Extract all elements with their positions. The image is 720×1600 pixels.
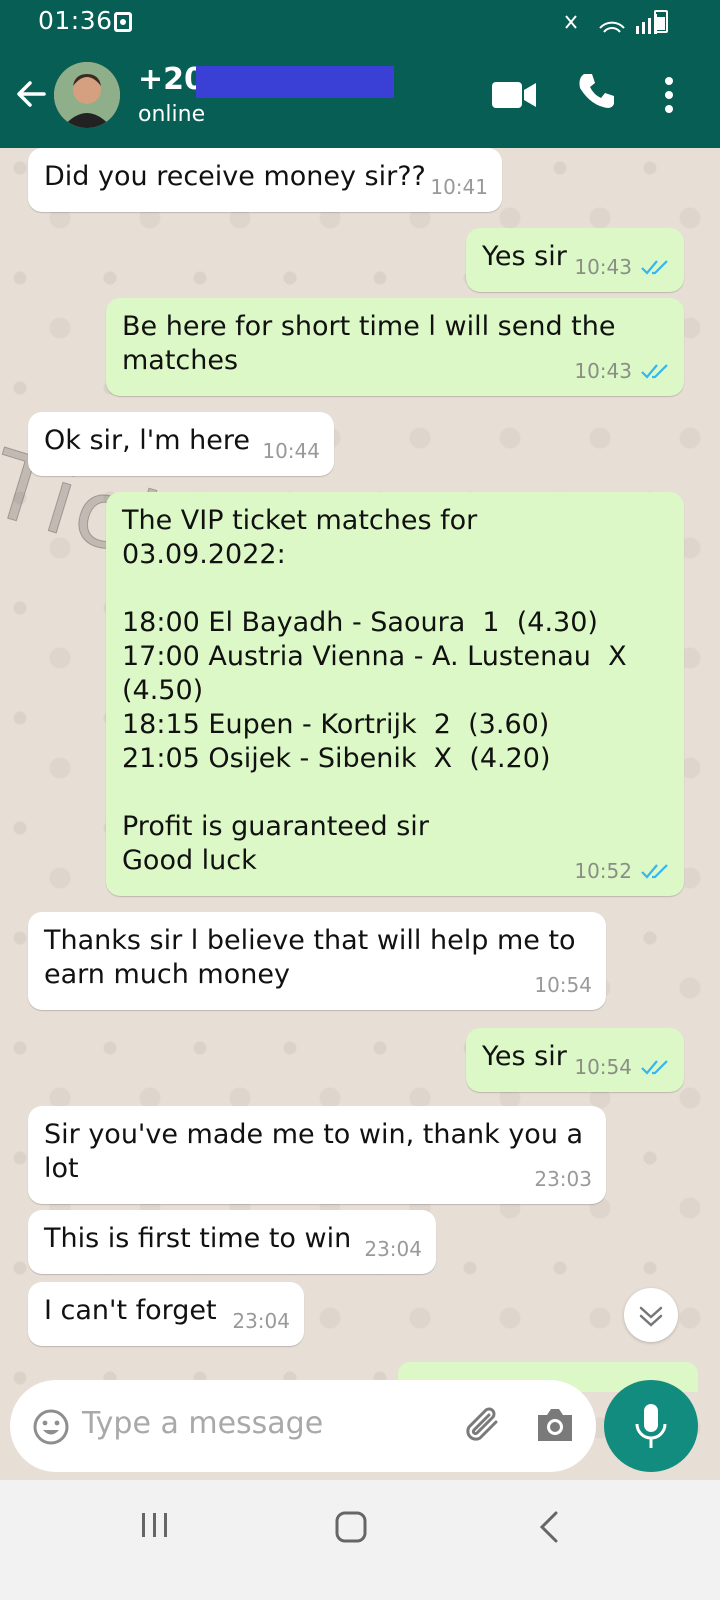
emoji-icon[interactable] bbox=[32, 1408, 70, 1446]
message-bubble-outgoing[interactable]: Be here for short time l will send the m… bbox=[106, 298, 684, 396]
back-arrow-icon[interactable] bbox=[14, 76, 50, 112]
message-text: Did you receive money sir?? bbox=[44, 161, 426, 192]
app-header: 01:36 +20 online bbox=[0, 0, 720, 148]
message-composer[interactable]: Type a message bbox=[10, 1380, 596, 1472]
message-input[interactable]: Type a message bbox=[82, 1406, 323, 1441]
nav-back-icon[interactable] bbox=[536, 1510, 562, 1544]
message-time: 10:44 bbox=[262, 439, 320, 463]
double-check-read-icon bbox=[641, 364, 668, 379]
notification-icon bbox=[114, 12, 132, 32]
home-icon[interactable] bbox=[334, 1510, 368, 1544]
message-time: 10:43 bbox=[574, 255, 632, 279]
contact-name[interactable]: +20 bbox=[138, 62, 205, 97]
chat-area[interactable]: Ticket-1x2 Did you receive money sir?? 1… bbox=[0, 148, 720, 1488]
status-time: 01:36 bbox=[38, 6, 113, 35]
message-bubble-incoming[interactable]: Ok sir, l'm here 10:44 bbox=[28, 412, 334, 476]
message-bubble-incoming[interactable]: Did you receive money sir?? 10:41 bbox=[28, 148, 502, 212]
message-time: 10:52 bbox=[574, 859, 632, 883]
message-time: 23:03 bbox=[534, 1167, 592, 1191]
message-bubble-incoming[interactable]: I can't forget 23:04 bbox=[28, 1282, 304, 1346]
message-bubble-incoming[interactable]: Thanks sir l believe that will help me t… bbox=[28, 912, 606, 1010]
camera-icon[interactable] bbox=[534, 1406, 576, 1444]
double-check-read-icon bbox=[641, 864, 668, 879]
recent-apps-icon[interactable] bbox=[140, 1510, 170, 1540]
message-time: 10:43 bbox=[574, 359, 632, 383]
message-bubble-incoming[interactable]: This is first time to win 23:04 bbox=[28, 1210, 436, 1274]
message-bubble-outgoing[interactable]: Yes sir 10:43 bbox=[466, 228, 684, 292]
scroll-to-bottom-button[interactable] bbox=[624, 1288, 678, 1342]
microphone-icon bbox=[635, 1404, 667, 1448]
redacted-number bbox=[196, 66, 394, 98]
message-bubble-outgoing[interactable]: The VIP ticket matches for 03.09.2022: 1… bbox=[106, 492, 684, 896]
contact-avatar[interactable] bbox=[54, 62, 120, 128]
message-text: The VIP ticket matches for 03.09.2022: 1… bbox=[122, 505, 627, 876]
status-bar: 01:36 bbox=[0, 0, 720, 44]
message-time: 23:04 bbox=[364, 1237, 422, 1261]
voice-call-icon[interactable] bbox=[576, 72, 616, 112]
message-bubble-incoming[interactable]: Sir you've made me to win, thank you a l… bbox=[28, 1106, 606, 1204]
double-check-read-icon bbox=[641, 1060, 668, 1075]
chat-header: +20 online bbox=[0, 52, 720, 144]
message-time: 10:41 bbox=[430, 175, 488, 199]
voice-message-button[interactable] bbox=[604, 1380, 698, 1472]
message-time: 23:04 bbox=[232, 1309, 290, 1333]
chevron-double-down-icon bbox=[639, 1306, 663, 1327]
attach-icon[interactable] bbox=[462, 1404, 506, 1448]
message-text: Sir you've made me to win, thank you a l… bbox=[44, 1119, 592, 1184]
video-call-icon[interactable] bbox=[492, 80, 538, 110]
contact-status: online bbox=[138, 102, 206, 127]
battery-icon bbox=[654, 10, 668, 33]
message-time: 10:54 bbox=[534, 973, 592, 997]
message-text: Thanks sir l believe that will help me t… bbox=[44, 925, 585, 990]
system-nav-bar bbox=[0, 1480, 720, 1600]
more-options-icon[interactable] bbox=[664, 76, 674, 114]
message-bubble-outgoing[interactable]: Yes sir 10:54 bbox=[466, 1028, 684, 1092]
double-check-read-icon bbox=[641, 260, 668, 275]
message-time: 10:54 bbox=[574, 1055, 632, 1079]
